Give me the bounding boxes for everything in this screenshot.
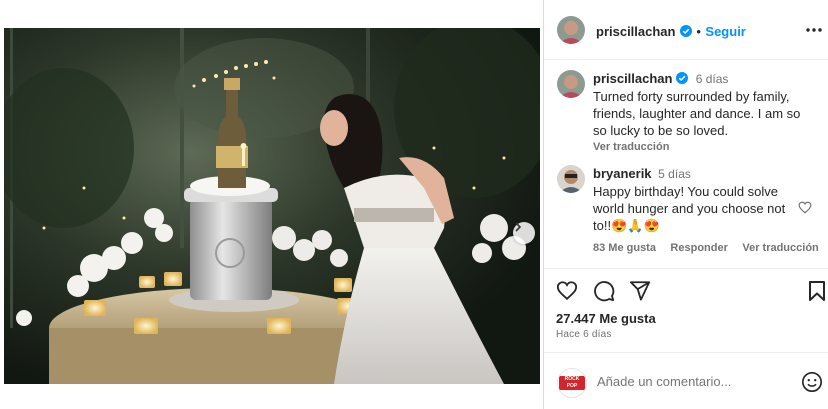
comment-time: 5 días [658,167,691,181]
verified-badge-icon [679,25,692,37]
bookmark-icon[interactable] [808,280,826,302]
avatar-image [557,165,585,193]
comment-item: bryanerik 5 días Happy birthday! You cou… [593,165,819,256]
share-icon[interactable] [629,280,651,301]
comment-translate-link[interactable]: Ver traducción [742,242,818,254]
caption-time: 6 días [695,72,729,86]
comment-actions: 83 Me gusta Responder Ver traducción [593,238,819,256]
caption-text: Turned forty surrounded by family, frien… [593,89,801,138]
post-image[interactable] [4,28,540,384]
heart-icon[interactable] [556,280,578,301]
post-header: priscillachan • Seguir [544,0,828,60]
post-header-meta: priscillachan • Seguir [596,23,746,41]
caption-author-avatar[interactable] [557,70,585,98]
post-details-panel: priscillachan • Seguir priscillachan 6 d… [544,0,828,409]
post-view: priscillachan • Seguir priscillachan 6 d… [0,0,828,409]
next-image-button[interactable] [513,222,535,244]
comment-heart-icon[interactable] [798,201,812,214]
follow-button[interactable]: Seguir [705,24,745,39]
commenter-avatar[interactable] [557,165,585,193]
likes-count[interactable]: 27.447 Me gusta [556,311,656,326]
divider [544,268,828,269]
more-options-icon[interactable] [804,22,824,38]
comment-author[interactable]: bryanerik [593,166,652,181]
avatar-image [557,16,585,44]
chevron-right-icon [515,222,522,232]
caption-translate-link[interactable]: Ver traducción [593,141,815,153]
verified-badge-icon [676,72,689,84]
caption-header: priscillachan 6 días [593,70,815,88]
birthday-photo [4,28,540,384]
caption-author[interactable]: priscillachan [593,71,672,86]
comment-header: bryanerik 5 días [593,165,793,183]
avatar-image [557,70,585,98]
comment-likes[interactable]: 83 Me gusta [593,242,656,254]
comment-input[interactable] [597,374,787,389]
current-user-avatar: ROCK POP [557,368,587,398]
comment-icon[interactable] [593,280,615,302]
reply-button[interactable]: Responder [670,242,727,254]
comment-text: Happy birthday! You could solve world hu… [593,184,786,233]
caption-block: priscillachan 6 días Turned forty surrou… [593,70,815,153]
emoji-icon[interactable] [801,371,823,393]
divider [544,352,828,353]
author-username[interactable]: priscillachan [596,24,675,39]
avatar-logo-text: ROCK POP [559,376,585,390]
separator-dot: • [696,24,701,39]
author-avatar[interactable] [557,16,585,44]
posted-time: Hace 6 días [556,329,612,340]
